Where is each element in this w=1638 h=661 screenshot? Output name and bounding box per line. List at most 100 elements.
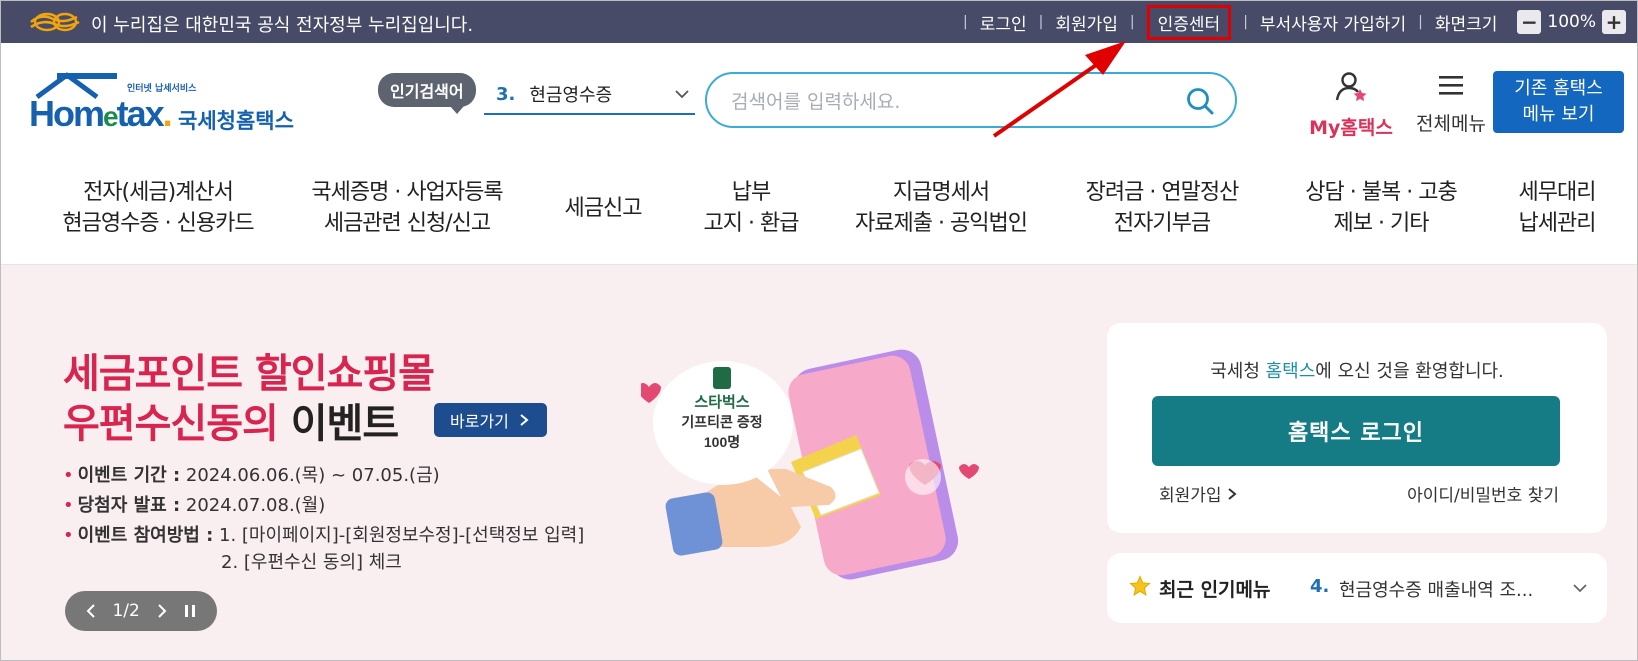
nav-item-einvoice[interactable]: 전자(세금)계산서 현금영수증 · 신용카드 <box>53 177 263 239</box>
nav-item-line: 고지 · 환급 <box>703 211 800 236</box>
event-period-label: 이벤트 기간 : <box>77 465 181 486</box>
all-menu-label: 전체메뉴 <box>1416 113 1486 135</box>
chevron-right-icon <box>520 414 529 426</box>
banner-title-red: 우편수신동의 <box>63 401 291 447</box>
event-method-step2: 2. [우편수신 동의] 체크 <box>221 552 402 573</box>
nav-item-line: 현금영수증 · 신용카드 <box>62 211 254 236</box>
hometax-logo[interactable]: 인터넷 납세서비스 Hometax. 국세청홈택스 <box>29 71 299 141</box>
zoom-in-button[interactable]: + <box>1601 10 1626 34</box>
nav-item-line: 납세관리 <box>1518 211 1597 236</box>
signup-link[interactable]: 회원가입 <box>1055 10 1118 35</box>
chevron-left-icon[interactable] <box>85 603 97 619</box>
event-announce-value: 2024.07.08.(월) <box>180 495 326 516</box>
event-method-label: 이벤트 참여방법 : <box>77 525 214 546</box>
banner-title-black: 이벤트 <box>290 401 399 447</box>
nav-item-incentive[interactable]: 장려금 · 연말정산 전자기부금 <box>1077 177 1247 239</box>
zoom-value: 100% <box>1547 12 1596 32</box>
hamburger-icon <box>1439 76 1463 95</box>
search-input[interactable]: 검색어를 입력하세요. <box>705 72 1237 128</box>
recent-popular-menu[interactable]: 최근 인기메뉴 4. 현금영수증 매출내역 조... <box>1107 553 1607 623</box>
logo-brand: Hometax. <box>29 93 173 135</box>
nav-item-line: 세무대리 <box>1518 180 1597 205</box>
nav-item-line: 전자(세금)계산서 <box>83 180 234 205</box>
nav-item-line: 상담 · 불복 · 고충 <box>1305 180 1457 205</box>
search-placeholder: 검색어를 입력하세요. <box>731 90 901 113</box>
logo-brand-part: Hom <box>29 93 105 134</box>
go-button[interactable]: 바로가기 <box>434 403 547 437</box>
event-announce: • 당첨자 발표 : 2024.07.08.(월) <box>63 495 326 516</box>
event-announce-label: 당첨자 발표 : <box>77 495 181 516</box>
logo-brand-dot: . <box>162 93 173 134</box>
chevron-right-icon <box>1228 488 1237 500</box>
header: 인터넷 납세서비스 Hometax. 국세청홈택스 인기검색어 3. 현금영수증… <box>1 43 1637 163</box>
star-icon <box>1129 575 1151 596</box>
page: 이 누리집은 대한민국 공식 전자정부 누리집입니다. | 로그인 | 회원가입… <box>0 0 1638 661</box>
event-period-value: 2024.06.06.(목) ~ 07.05.(금) <box>180 465 440 486</box>
bubble-line-2: 기프티콘 증정 <box>681 414 762 430</box>
welcome-part: 국세청 <box>1210 361 1266 382</box>
cert-center-link[interactable]: 인증센터 <box>1146 4 1232 40</box>
recent-menu-title: 최근 인기메뉴 <box>1159 579 1271 601</box>
nav-item-line: 장려금 · 연말정산 <box>1085 180 1240 205</box>
recent-menu-value: 현금영수증 매출내역 조... <box>1339 580 1534 601</box>
nav-item-consult[interactable]: 상담 · 불복 · 고충 제보 · 기타 <box>1291 177 1471 239</box>
nav-item-payment[interactable]: 납부 고지 · 환급 <box>691 177 811 239</box>
chevron-down-icon <box>1573 584 1587 593</box>
bubble-line-1: 스타벅스 <box>694 394 749 411</box>
banner-title-2: 우편수신동의 이벤트 <box>63 391 399 449</box>
nav-item-line: 세금관련 신청/신고 <box>323 211 491 236</box>
find-id-password-link[interactable]: 아이디/비밀번호 찾기 <box>1407 481 1559 506</box>
login-link[interactable]: 로그인 <box>980 10 1027 35</box>
divider: | <box>1418 14 1423 30</box>
main-nav: 전자(세금)계산서 현금영수증 · 신용카드 국세증명 · 사업자등록 세금관련… <box>1 163 1637 265</box>
logo-korean: 국세청홈택스 <box>178 109 294 133</box>
zoom-out-button[interactable]: − <box>1517 10 1542 34</box>
my-hometax-label: My홈택스 <box>1309 117 1393 139</box>
event-period: • 이벤트 기간 : 2024.06.06.(목) ~ 07.05.(금) <box>63 465 440 486</box>
popular-search-term: 현금영수증 <box>529 85 613 106</box>
all-menu-button[interactable]: 전체메뉴 <box>1396 73 1506 136</box>
divider: | <box>1129 14 1135 30</box>
popular-search-rank: 3. <box>496 83 516 105</box>
login-card: 국세청 홈택스에 오신 것을 환영합니다. 홈택스 로그인 회원가입 아이디/비… <box>1107 323 1607 533</box>
event-illustration: 스타벅스 기프티콘 증정 100명 <box>641 349 979 580</box>
chevron-right-icon[interactable] <box>156 603 168 619</box>
join-link[interactable]: 회원가입 <box>1159 481 1237 506</box>
hometax-login-button[interactable]: 홈택스 로그인 <box>1152 396 1560 466</box>
old-menu-button[interactable]: 기존 홈택스 메뉴 보기 <box>1493 71 1624 133</box>
go-button-label: 바로가기 <box>450 412 509 431</box>
nav-item-certificate[interactable]: 국세증명 · 사업자등록 세금관련 신청/신고 <box>301 177 513 239</box>
divider: | <box>963 14 968 30</box>
nav-item-line: 국세증명 · 사업자등록 <box>311 180 503 205</box>
divider: | <box>1243 14 1248 30</box>
event-details: • 이벤트 기간 : 2024.06.06.(목) ~ 07.05.(금) • 당첨… <box>63 461 584 575</box>
popular-search-select[interactable]: 3. 현금영수증 <box>484 75 695 115</box>
zoom-control: − 100% + <box>1517 10 1626 34</box>
nav-item-line: 세금신고 <box>564 196 643 221</box>
pause-icon[interactable] <box>183 603 197 619</box>
my-hometax-button[interactable]: My홈택스 <box>1294 71 1408 140</box>
logo-brand-e: e <box>103 101 119 132</box>
gov-banner: 이 누리집은 대한민국 공식 전자정부 누리집입니다. | 로그인 | 회원가입… <box>1 1 1637 43</box>
screen-size-label: 화면크기 <box>1434 14 1498 35</box>
welcome-part: 에 오신 것을 환영합니다. <box>1315 361 1504 382</box>
nav-item-line: 전자기부금 <box>1113 211 1211 236</box>
nav-item-tax-agent[interactable]: 세무대리 납세관리 <box>1507 177 1607 239</box>
event-method-step1: 1. [마이페이지]-[회원정보수정]-[선택정보 입력] <box>213 525 585 546</box>
divider: | <box>1038 14 1044 30</box>
dept-user-signup-link[interactable]: 부서사용자 가입하기 <box>1260 10 1406 35</box>
search-icon[interactable] <box>1185 86 1215 116</box>
join-label: 회원가입 <box>1159 486 1222 506</box>
nav-item-tax-filing[interactable]: 세금신고 <box>553 193 653 224</box>
nav-item-line: 납부 <box>731 180 771 205</box>
nav-item-line: 지급명세서 <box>892 180 990 205</box>
old-menu-line1: 기존 홈택스 <box>1514 78 1603 99</box>
chevron-down-icon <box>675 90 689 99</box>
egov-logo-icon <box>30 12 80 32</box>
nav-item-payment-statement[interactable]: 지급명세서 자료제출 · 공익법인 <box>849 177 1033 239</box>
hero-banner: 세금포인트 할인쇼핑몰 우편수신동의 이벤트 바로가기 • 이벤트 기간 : 20… <box>1 265 1637 660</box>
recent-menu-rank: 4. <box>1310 576 1330 597</box>
old-menu-line2: 메뉴 보기 <box>1522 104 1595 125</box>
nav-item-line: 자료제출 · 공익법인 <box>855 211 1028 236</box>
user-icon <box>1335 72 1367 102</box>
